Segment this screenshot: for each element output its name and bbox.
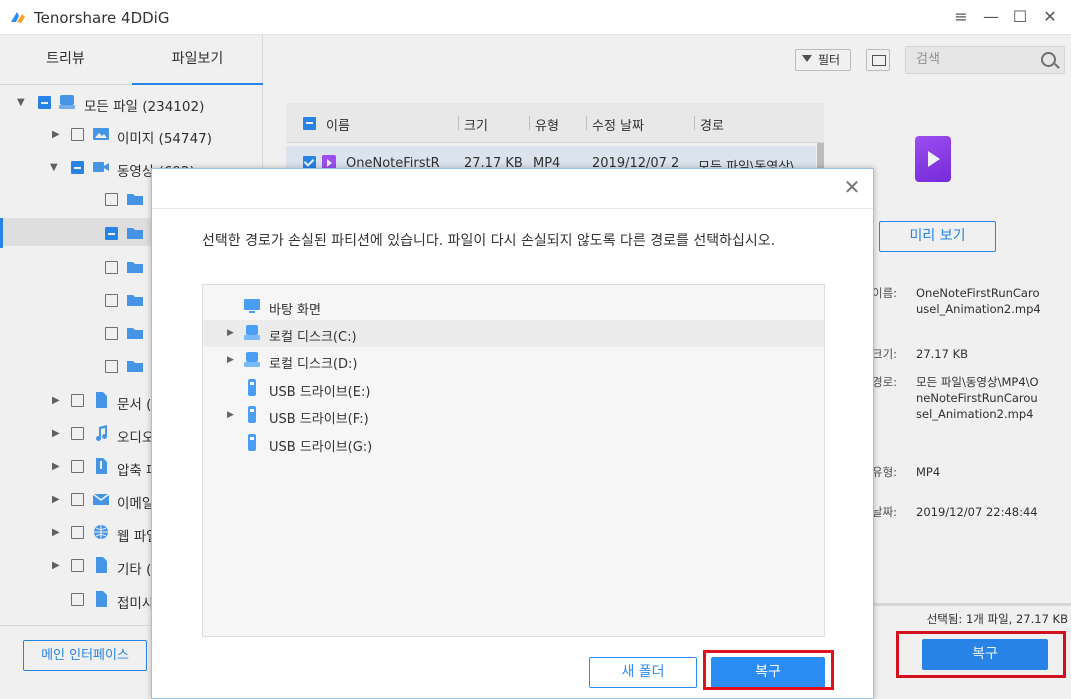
disk-icon [244, 325, 260, 340]
maximize-icon[interactable]: ☐ [1009, 6, 1031, 28]
folder-label: USB 드라이브(F:) [269, 412, 369, 427]
new-folder-button[interactable]: 새 폴더 [589, 657, 697, 688]
minimize-icon[interactable]: — [980, 6, 1002, 28]
expand-arrow-icon[interactable]: ▶ [227, 410, 234, 420]
folder-item-desktop[interactable]: 바탕 화면 [203, 293, 824, 320]
highlight-box [703, 650, 834, 690]
usb-icon [248, 379, 256, 396]
folder-item-e[interactable]: USB 드라이브(E:) [203, 375, 824, 402]
folder-item-c[interactable]: ▶ 로컬 디스크(C:) [203, 320, 824, 347]
usb-icon [248, 434, 256, 451]
title-bar: Tenorshare 4DDiG ≡ — ☐ ✕ [0, 0, 1071, 35]
expand-arrow-icon[interactable]: ▶ [227, 328, 234, 338]
folder-label: USB 드라이브(G:) [269, 440, 373, 455]
folder-label: 로컬 디스크(D:) [269, 357, 358, 372]
folder-item-f[interactable]: ▶ USB 드라이브(F:) [203, 402, 824, 429]
usb-icon [248, 406, 256, 423]
close-icon[interactable]: ✕ [1039, 6, 1061, 28]
close-icon[interactable]: ✕ [843, 177, 861, 197]
folder-label: USB 드라이브(E:) [269, 385, 371, 400]
dialog-message: 선택한 경로가 손실된 파티션에 있습니다. 파일이 다시 손실되지 않도록 다… [202, 233, 776, 249]
folder-label: 바탕 화면 [269, 303, 321, 318]
disk-icon [244, 352, 260, 367]
menu-icon[interactable]: ≡ [950, 6, 972, 28]
divider [152, 208, 873, 209]
app-title: Tenorshare 4DDiG [34, 9, 170, 27]
desktop-icon [244, 299, 260, 313]
folder-item-d[interactable]: ▶ 로컬 디스크(D:) [203, 347, 824, 374]
folder-label: 로컬 디스크(C:) [269, 330, 357, 345]
folder-item-g[interactable]: USB 드라이브(G:) [203, 430, 824, 457]
app-logo-icon [11, 12, 25, 23]
expand-arrow-icon[interactable]: ▶ [227, 355, 234, 365]
